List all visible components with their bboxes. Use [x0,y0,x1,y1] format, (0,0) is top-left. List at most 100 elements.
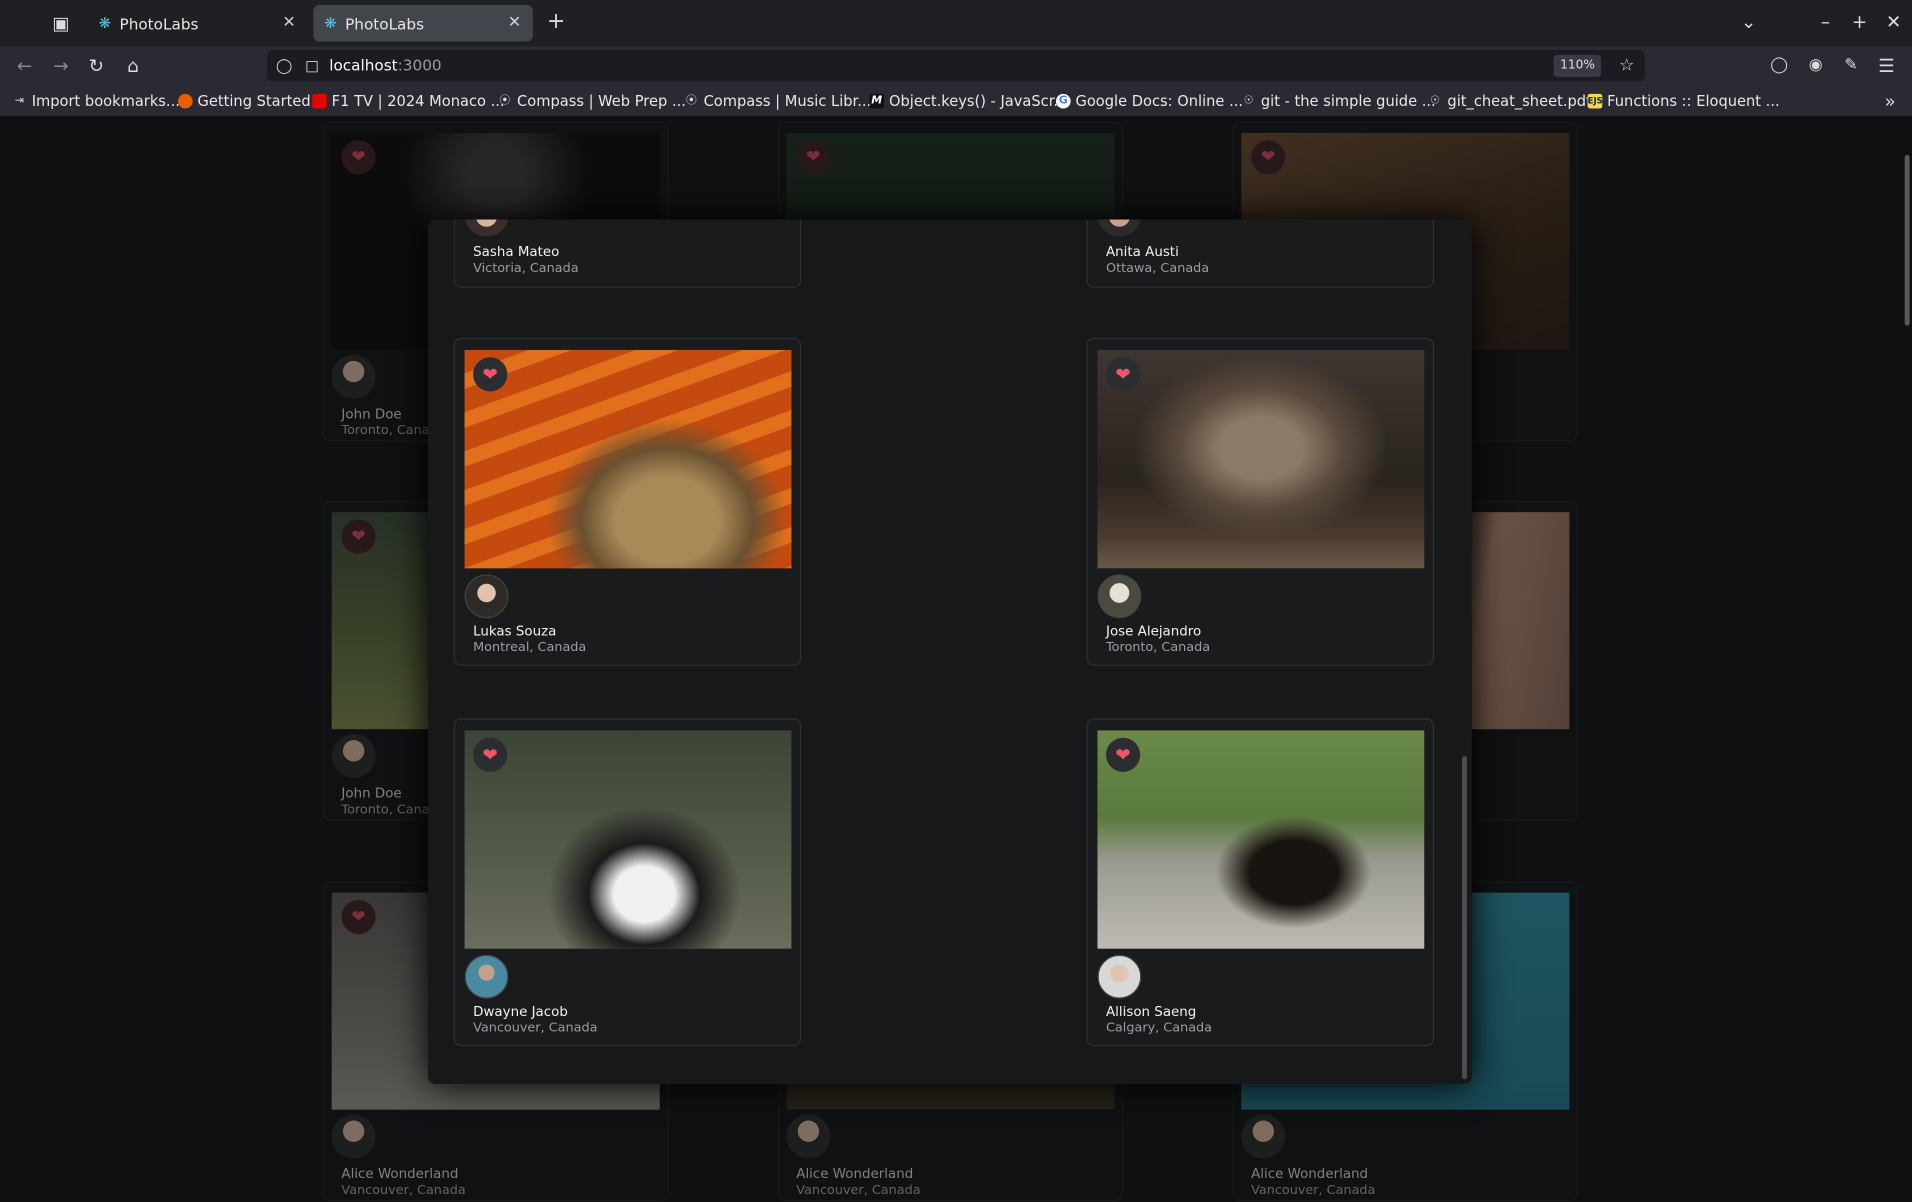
new-tab-button[interactable]: + [543,9,570,34]
avatar [331,1114,376,1159]
globe-icon: ☉ [1430,95,1441,108]
mdn-icon: M [869,93,885,109]
menu-icon[interactable]: ☰ [1873,54,1900,78]
list-all-tabs-icon[interactable]: ⌄ [1735,10,1762,34]
eloquent-js-icon: EJS [1587,93,1603,109]
heart-icon[interactable]: ❤ [473,357,508,392]
photo-card[interactable]: ❤ Lukas Souza Montreal, Canada [453,337,802,666]
forward-icon[interactable]: → [48,54,75,78]
navigation-bar: ← → ↻ ⌂ ◯ □ localhost:3000 110% ☆ ◯ ◉ ✎ … [0,46,1912,86]
tab-photolabs-2[interactable]: ❋ PhotoLabs ✕ [313,4,533,42]
avatar [1097,574,1142,619]
minimize-icon[interactable]: – [1812,10,1839,34]
photo-card[interactable]: Anita Austi Ottawa, Canada [1086,219,1435,288]
tab-label: PhotoLabs [345,14,425,33]
photographer-location: Vancouver, Canada [473,1020,598,1036]
tab-label: PhotoLabs [119,14,199,33]
photographer-location: Ottawa, Canada [1105,260,1210,276]
photo-image[interactable] [464,349,792,569]
photo-card[interactable]: ❤ Allison Saeng Calgary, Canada [1086,718,1435,1047]
pocket-icon[interactable]: ◯ [1766,54,1793,78]
bookmarks-toolbar: ⇥ Import bookmarks... Getting Started F1 … [0,85,1912,118]
heart-icon[interactable]: ❤ [341,140,376,175]
avatar [1241,1114,1286,1159]
photographer-name: Dwayne Jacob [473,1003,568,1020]
address-bar[interactable]: ◯ □ localhost:3000 110% ☆ [267,49,1645,82]
url-text: localhost:3000 [329,56,442,75]
home-icon[interactable]: ⌂ [120,54,147,78]
photographer-location: Toronto, Canada [1105,640,1211,655]
import-icon: ⇥ [14,95,25,108]
reload-icon[interactable]: ↻ [83,54,110,78]
bookmark-git-guide[interactable]: ☉ git - the simple guide ... [1241,93,1436,110]
account-icon[interactable]: ◉ [1802,54,1829,78]
heart-icon[interactable]: ❤ [341,899,376,935]
f1-icon [312,93,327,109]
avatar [331,354,376,399]
avatar [1097,219,1142,237]
compass-icon: ⦿ [499,95,511,108]
bookmark-star-icon[interactable]: ☆ [1613,54,1640,78]
avatar [1097,954,1142,999]
close-tab-icon[interactable]: ✕ [506,14,523,32]
bookmark-object-keys[interactable]: M Object.keys() - JavaScr... [869,93,1067,110]
bookmark-eloquent-js[interactable]: EJS Functions :: Eloquent ... [1587,93,1780,110]
close-tab-icon[interactable]: ✕ [280,14,297,32]
back-icon[interactable]: ← [11,54,38,78]
photographer-location: Vancouver, Canada [341,1182,466,1198]
heart-icon[interactable]: ❤ [473,737,508,772]
modal-scrollbar[interactable] [1462,756,1467,1080]
photographer-name: Lukas Souza [473,623,557,639]
compass-icon: ⦿ [685,95,697,108]
tab-photolabs-1[interactable]: ❋ PhotoLabs ✕ [88,5,307,42]
photographer-name: Alice Wonderland [341,1165,459,1182]
photographer-name: Allison Saeng [1105,1003,1197,1020]
photo-image[interactable] [1097,730,1425,949]
photographer-name: John Doe [341,406,402,422]
bookmark-f1tv[interactable]: F1 TV | 2024 Monaco ... [312,93,505,110]
heart-icon[interactable]: ❤ [1251,140,1286,175]
react-logo-icon: ❋ [98,14,112,32]
firefox-icon [178,93,193,109]
page-viewport: ❤ John Doe Toronto, Canada ❤ ❤ ❤ John Do… [0,118,1912,1202]
heart-icon[interactable]: ❤ [796,140,831,175]
more-bookmarks-icon[interactable]: » [1877,89,1904,113]
photo-card[interactable]: ❤ Jose Alejandro Toronto, Canada [1086,337,1435,666]
maximize-icon[interactable]: + [1846,10,1873,34]
photographer-name: Anita Austi [1105,243,1179,260]
bookmark-google-docs[interactable]: G Google Docs: Online ... [1056,93,1243,110]
extensions-icon[interactable]: ✎ [1838,54,1865,78]
photographer-location: Montreal, Canada [473,640,587,655]
avatar [464,574,509,619]
photographer-name: Jose Alejandro [1105,623,1202,639]
photographer-name: Sasha Mateo [473,243,560,260]
zoom-indicator[interactable]: 110% [1554,54,1602,77]
page-scrollbar[interactable] [1904,154,1910,326]
heart-icon[interactable]: ❤ [341,519,376,554]
bookmark-compass-music[interactable]: ⦿ Compass | Music Libr... [684,93,871,110]
photographer-location: Vancouver, Canada [796,1182,921,1198]
bookmark-getting-started[interactable]: Getting Started [178,93,311,110]
photo-image[interactable] [1097,349,1425,569]
tab-overview-icon[interactable]: ▣ [48,11,75,35]
avatar [786,1114,831,1159]
avatar [331,734,376,778]
close-window-icon[interactable]: ✕ [1880,10,1907,34]
photo-image[interactable] [464,730,792,949]
react-logo-icon: ❋ [324,14,337,32]
globe-icon: ☉ [1243,95,1254,108]
browser-chrome: ▣ ❋ PhotoLabs ✕ ❋ PhotoLabs ✕ + ⌄ – + ✕ … [0,0,1912,1202]
photo-card[interactable]: Sasha Mateo Victoria, Canada [453,219,802,288]
bookmark-import[interactable]: ⇥ Import bookmarks... [12,93,180,110]
avatar [464,219,509,237]
bookmark-compass-web[interactable]: ⦿ Compass | Web Prep ... [498,93,686,110]
photographer-location: Vancouver, Canada [1251,1182,1376,1198]
heart-icon[interactable]: ❤ [1105,737,1141,772]
browser-window: ▣ ❋ PhotoLabs ✕ ❋ PhotoLabs ✕ + ⌄ – + ✕ … [0,0,1912,1202]
shield-icon[interactable]: ◯ [271,54,298,78]
photographer-location: Calgary, Canada [1105,1020,1213,1036]
heart-icon[interactable]: ❤ [1105,357,1141,392]
similar-photos-modal: Sasha Mateo Victoria, Canada Anita Austi… [428,219,1472,1085]
photo-card[interactable]: ❤ Dwayne Jacob Vancouver, Canada [453,718,802,1047]
bookmark-git-cheat-sheet[interactable]: ☉ git_cheat_sheet.pdf [1428,93,1591,110]
